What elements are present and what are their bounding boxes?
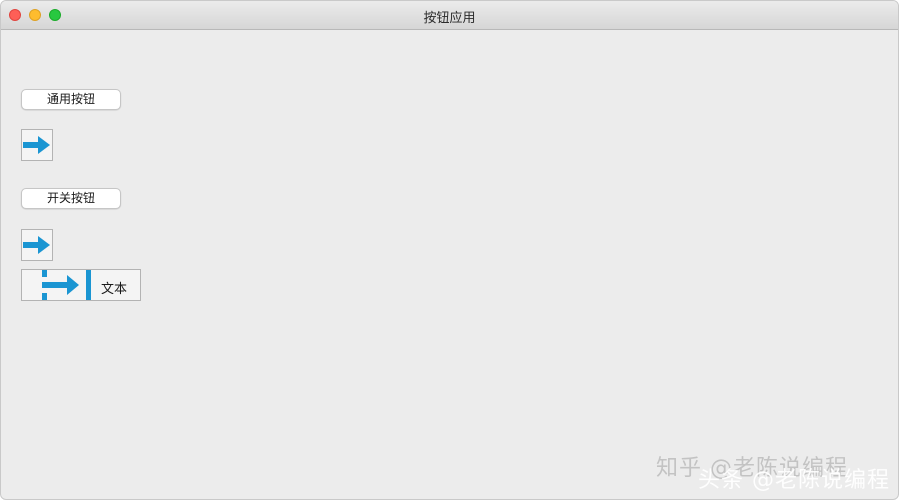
app-window: 按钮应用 通用按钮 开关按钮 文本 知乎 @老陈说编程 头条 @老陈说编程 bbox=[0, 0, 899, 500]
toggle-button[interactable]: 开关按钮 bbox=[21, 188, 121, 209]
arrow-right-icon bbox=[23, 136, 50, 154]
watermark-toutiao: 头条 @老陈说编程 bbox=[698, 468, 890, 493]
title-bar: 按钮应用 bbox=[1, 1, 898, 30]
image-toggle-button[interactable] bbox=[21, 229, 53, 261]
button-text: 文本 bbox=[101, 282, 128, 297]
image-text-button[interactable]: 文本 bbox=[21, 269, 141, 301]
general-button[interactable]: 通用按钮 bbox=[21, 89, 121, 110]
window-title: 按钮应用 bbox=[423, 11, 476, 26]
image-button[interactable] bbox=[21, 129, 53, 161]
arrow-right-icon bbox=[23, 236, 50, 254]
